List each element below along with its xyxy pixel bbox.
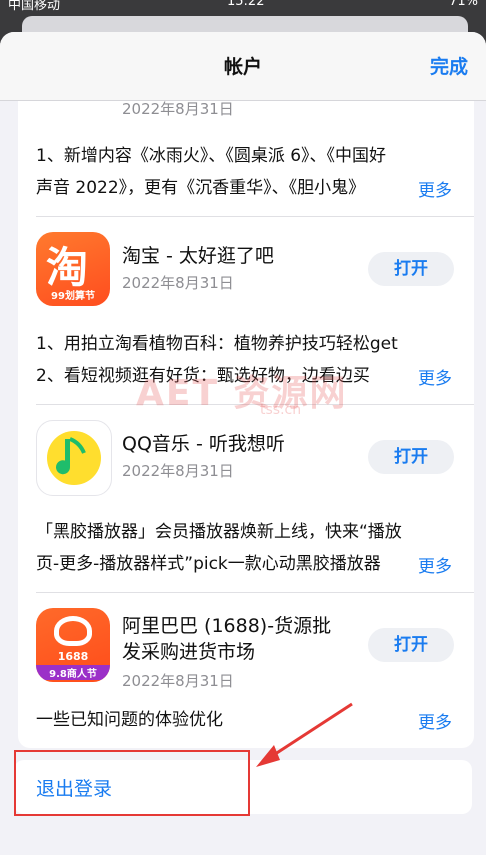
done-button[interactable]: 完成	[430, 52, 468, 79]
nav-bar: 帐户 完成	[0, 32, 486, 101]
page-title: 帐户	[223, 56, 262, 78]
annotation-arrow-icon	[256, 702, 353, 767]
